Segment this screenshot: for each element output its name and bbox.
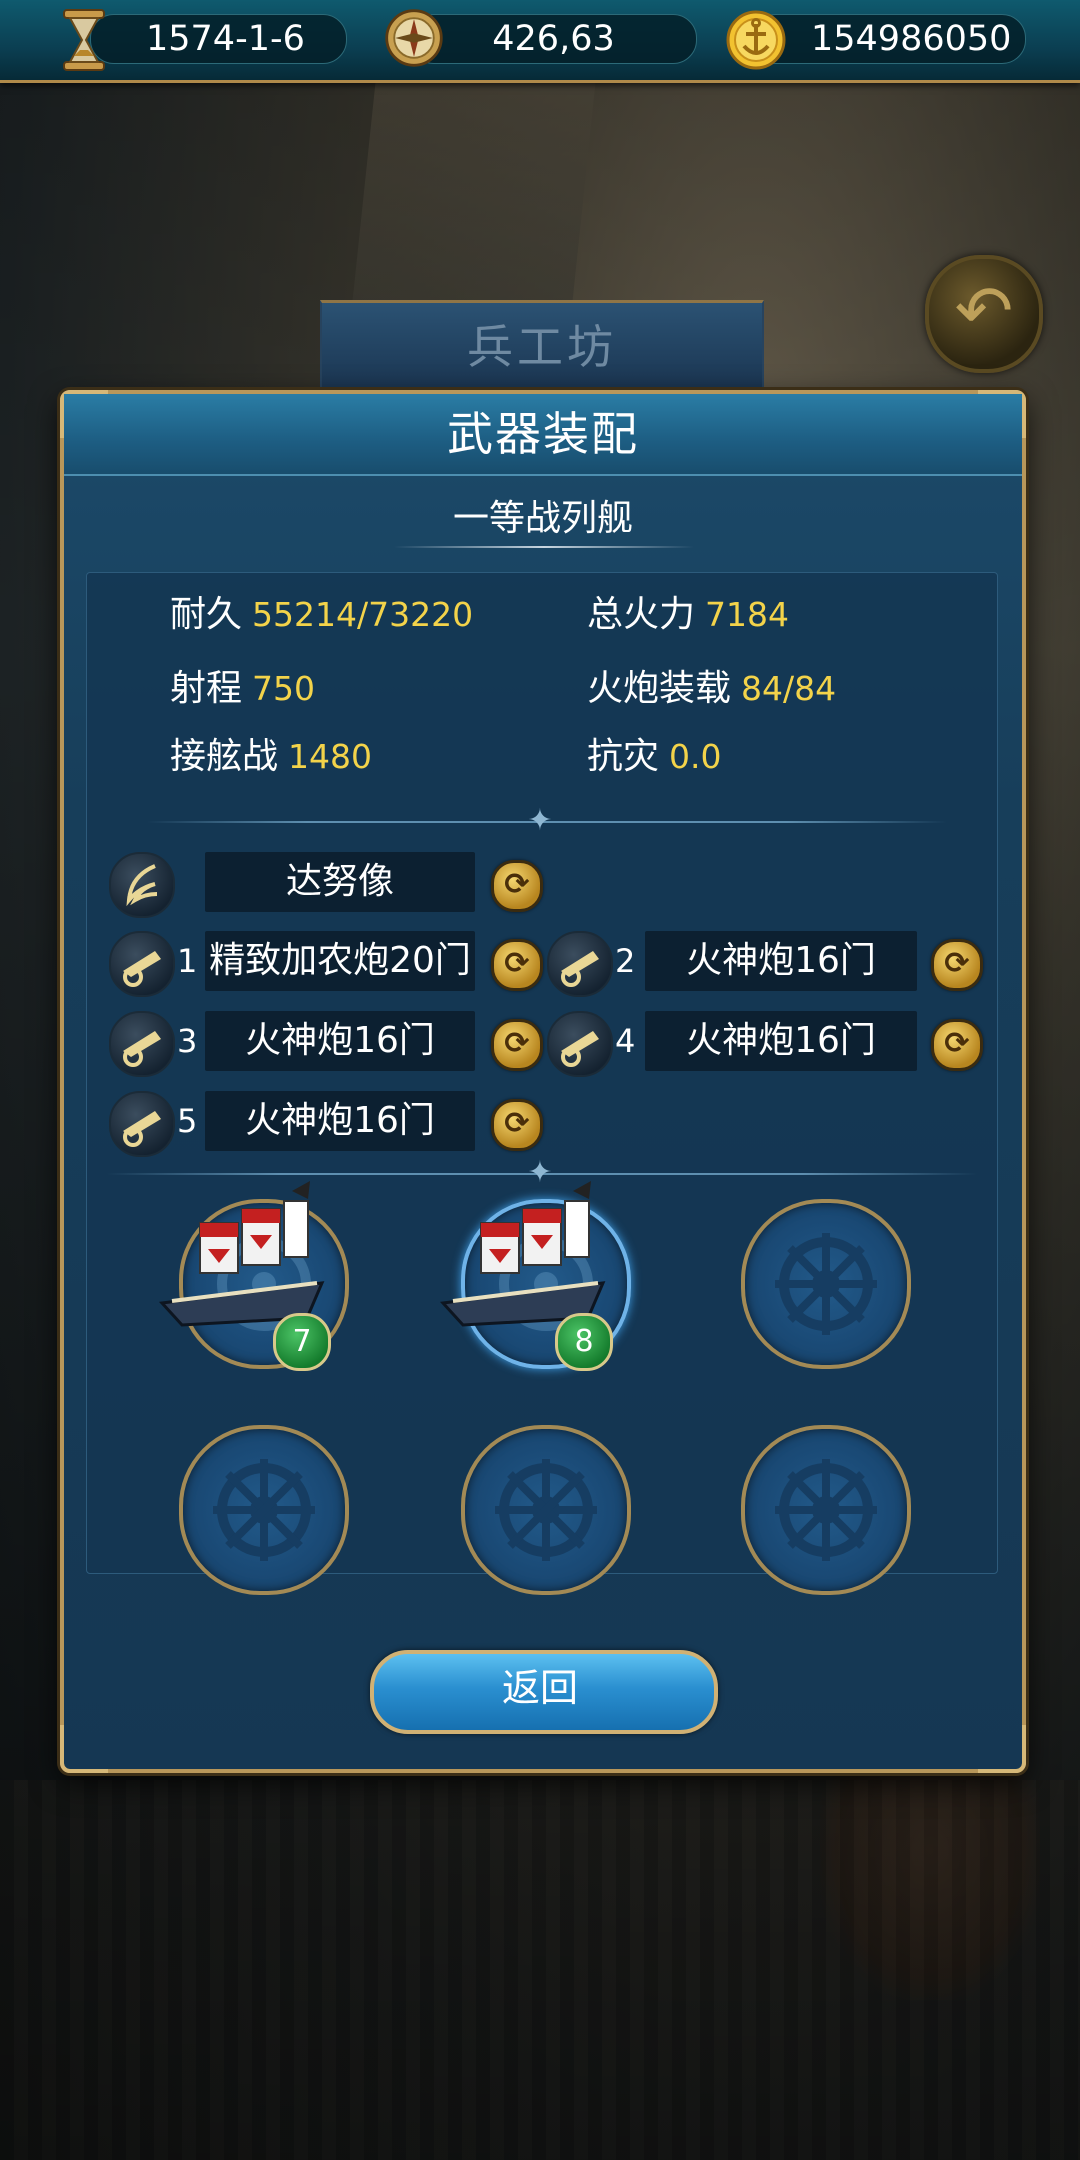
figurehead-name: 达努像 <box>285 861 394 902</box>
cannon-slot-number: 3 <box>177 1022 198 1060</box>
stat-value: 84/84 <box>741 669 837 708</box>
building-banner: 兵工坊 <box>320 300 764 395</box>
cannon-icon <box>547 931 613 997</box>
ship-wheel-icon <box>775 1233 877 1335</box>
stat-value: 7184 <box>705 595 789 634</box>
return-button[interactable]: 返回 <box>360 1640 720 1736</box>
cannon-4-swap-button[interactable]: ⟳ <box>931 1019 983 1071</box>
stat-value: 1480 <box>288 737 372 776</box>
top-resource-bar: 1574-1-6 426,63 154986050 <box>0 0 1080 83</box>
cannon-2-swap-button[interactable]: ⟳ <box>931 939 983 991</box>
ship-wheel-icon <box>213 1459 315 1561</box>
hourglass-icon <box>63 9 105 71</box>
gold-display: 154986050 <box>752 14 1026 64</box>
cannon-name: 火神炮16门 <box>686 940 876 981</box>
back-button[interactable]: ↶ <box>925 255 1043 373</box>
cannon-slot-4[interactable]: 火神炮16门 <box>645 1011 917 1071</box>
cannon-slot-5[interactable]: 火神炮16门 <box>205 1091 475 1151</box>
date-display: 1574-1-6 <box>90 14 347 64</box>
figurehead-icon <box>109 852 175 918</box>
weapon-assembly-dialog: 武器装配 一等战列舰 耐久 55214/73220 总火力 7184 射程 750 火… <box>60 390 1026 1773</box>
stat-value: 0.0 <box>669 737 722 776</box>
coordinates-display: 426,63 <box>410 14 697 64</box>
swap-icon: ⟳ <box>944 1026 970 1061</box>
ship-name-underline <box>394 546 694 548</box>
cannon-3-swap-button[interactable]: ⟳ <box>491 1019 543 1071</box>
swap-icon: ⟳ <box>944 946 970 981</box>
ship-name: 一等战列舰 <box>452 498 633 539</box>
cannon-5-swap-button[interactable]: ⟳ <box>491 1099 543 1151</box>
fleet-slot-6[interactable] <box>741 1425 911 1595</box>
stat-label: 耐久 <box>170 594 243 635</box>
stat-firepower: 总火力 7184 <box>587 591 789 639</box>
stat-cannon-load: 火炮装载 84/84 <box>587 665 836 713</box>
back-arrow-icon: ↶ <box>954 270 1014 352</box>
wing-icon <box>126 864 158 907</box>
cannon-icon <box>109 931 175 997</box>
stat-value: 750 <box>252 669 316 708</box>
stat-value: 55214/73220 <box>252 595 474 634</box>
stat-label: 总火力 <box>587 594 696 635</box>
stat-range: 射程 750 <box>170 665 315 713</box>
ship-details-panel: 耐久 55214/73220 总火力 7184 射程 750 火炮装载 84/84 接舷… <box>86 572 998 1595</box>
cannon-slot-number: 2 <box>615 942 636 980</box>
ship-wheel-icon <box>495 1459 597 1561</box>
dialog-title: 武器装配 <box>447 407 639 461</box>
building-label: 兵工坊 <box>467 320 617 374</box>
cannon-slot-1[interactable]: 精致加农炮20门 <box>205 931 475 991</box>
stat-label: 抗灾 <box>587 736 660 777</box>
fleet-slot-5[interactable] <box>461 1425 631 1595</box>
cannon-slot-number: 5 <box>177 1102 198 1140</box>
ship-level-badge: 8 <box>555 1313 613 1371</box>
gold-coin-icon <box>726 10 786 70</box>
stat-label: 火炮装载 <box>587 668 732 709</box>
stat-label: 接舷战 <box>170 736 279 777</box>
cannon-slot-number: 4 <box>615 1022 636 1060</box>
cannon-name: 精致加农炮20门 <box>209 940 471 981</box>
stat-label: 射程 <box>170 668 243 709</box>
fleet-slot-4[interactable] <box>179 1425 349 1595</box>
cannon-name: 火神炮16门 <box>245 1100 435 1141</box>
cannon-name: 火神炮16门 <box>245 1020 435 1061</box>
swap-icon: ⟳ <box>504 946 530 981</box>
stat-disaster-resist: 抗灾 0.0 <box>587 733 722 781</box>
ship-level: 7 <box>292 1324 312 1359</box>
ship-level-badge: 7 <box>273 1313 331 1371</box>
cannon-icon <box>109 1011 175 1077</box>
cannon-icon <box>109 1091 175 1157</box>
stat-durability: 耐久 55214/73220 <box>170 591 473 639</box>
ship-level: 8 <box>574 1324 594 1359</box>
cannon-slot-2[interactable]: 火神炮16门 <box>645 931 917 991</box>
compass-icon <box>385 9 443 67</box>
cannon-name: 火神炮16门 <box>686 1020 876 1061</box>
swap-icon: ⟳ <box>504 1106 530 1141</box>
date-value: 1574-1-6 <box>146 19 305 59</box>
cannon-icon <box>547 1011 613 1077</box>
fleet-slot-3[interactable] <box>741 1199 911 1369</box>
ship-wheel-icon <box>775 1459 877 1561</box>
swap-icon: ⟳ <box>504 867 530 902</box>
figurehead-swap-button[interactable]: ⟳ <box>491 860 543 912</box>
coordinates-value: 426,63 <box>492 19 615 59</box>
divider-ornament-icon: ✦ <box>527 803 553 838</box>
figurehead-slot[interactable]: 达努像 <box>205 852 475 912</box>
swap-icon: ⟳ <box>504 1026 530 1061</box>
cannon-slot-number: 1 <box>177 942 198 980</box>
stat-boarding: 接舷战 1480 <box>170 733 372 781</box>
cannon-slot-3[interactable]: 火神炮16门 <box>205 1011 475 1071</box>
gold-value: 154986050 <box>811 19 1012 59</box>
cannon-1-swap-button[interactable]: ⟳ <box>491 939 543 991</box>
dialog-header: 武器装配 <box>64 394 1022 476</box>
return-label: 返回 <box>501 1666 578 1710</box>
